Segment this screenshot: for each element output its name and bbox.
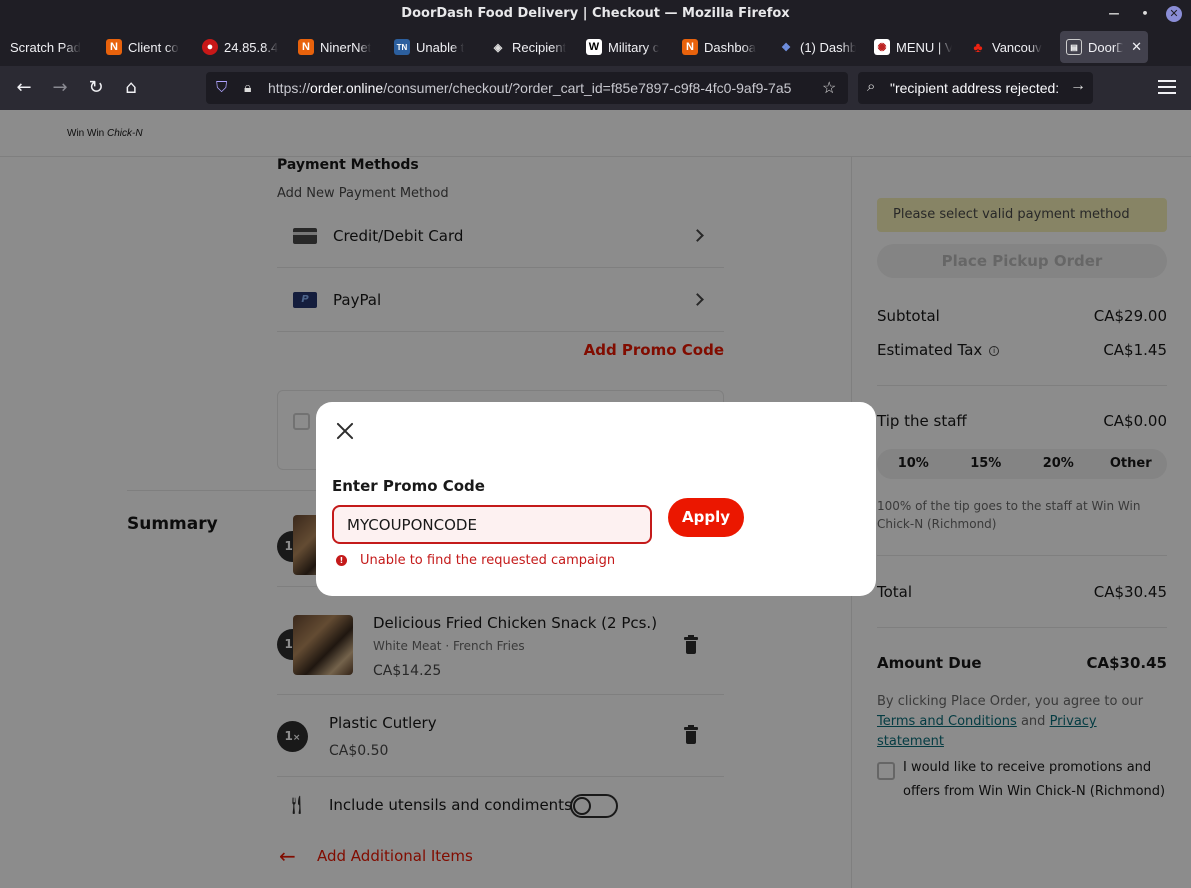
shield-icon[interactable]: ⛉ bbox=[216, 79, 227, 96]
nav-toolbar: ← → ↻ ⌂ ⛉ 🔒︎ https://order.online/consum… bbox=[0, 66, 1191, 110]
red-hat-icon: ● bbox=[202, 39, 218, 55]
tab-label: Recipient bbox=[512, 39, 567, 55]
promo-code-label: Enter Promo Code bbox=[332, 477, 485, 495]
nodes-icon: ❖ bbox=[781, 41, 791, 54]
n-icon: N bbox=[682, 39, 698, 55]
close-window-icon[interactable]: ✕ bbox=[1166, 6, 1182, 22]
close-tab-icon[interactable]: ✕ bbox=[1131, 39, 1142, 55]
wikipedia-icon: W bbox=[586, 39, 602, 55]
tab-label: DoorD bbox=[1088, 39, 1124, 55]
gear-icon: ✺ bbox=[874, 39, 890, 55]
tab-label: 24.85.8.4 bbox=[224, 39, 279, 55]
diamond-icon: ◈ bbox=[493, 41, 503, 54]
tab-menu[interactable]: ✺ MENU | V bbox=[868, 31, 958, 63]
home-icon[interactable]: ⌂ bbox=[119, 76, 143, 100]
tab-label: Client co bbox=[128, 39, 179, 55]
promo-error-text: Unable to find the requested campaign bbox=[360, 553, 616, 568]
back-icon[interactable]: ← bbox=[12, 76, 36, 100]
tab-military[interactable]: W Military c bbox=[580, 31, 670, 63]
search-bar[interactable]: ⌕ "recipient address rejected: → bbox=[858, 72, 1093, 104]
maple-leaf-icon: ♣ bbox=[973, 39, 983, 55]
tab-label: Military c bbox=[608, 39, 660, 55]
tab-dashboard[interactable]: N Dashboa bbox=[676, 31, 766, 63]
tab-doordash[interactable]: ▤ DoorD ✕ bbox=[1060, 31, 1148, 63]
tab-strip: Scratch Pad N Client co ● 24.85.8.4 N Ni… bbox=[0, 28, 1191, 88]
url-bar[interactable]: ⛉ 🔒︎ https://order.online/consumer/check… bbox=[206, 72, 848, 104]
tab-label: Scratch Pad bbox=[10, 39, 81, 55]
window-title: DoorDash Food Delivery | Checkout — Mozi… bbox=[401, 6, 790, 21]
tab-unable[interactable]: TN Unable t bbox=[388, 31, 478, 63]
tn-icon: TN bbox=[394, 39, 410, 55]
search-icon: ⌕ bbox=[867, 78, 876, 95]
doc-icon: ▤ bbox=[1066, 39, 1082, 55]
url-text: https://order.online/consumer/checkout/?… bbox=[268, 80, 792, 96]
search-text: "recipient address rejected: bbox=[890, 80, 1060, 96]
tab-label: Dashboa bbox=[704, 39, 757, 55]
forward-icon[interactable]: → bbox=[48, 76, 72, 100]
reload-icon[interactable]: ↻ bbox=[84, 76, 108, 100]
tab-client[interactable]: N Client co bbox=[100, 31, 188, 63]
tab-label: (1) Dashb bbox=[800, 39, 856, 55]
bookmark-star-icon[interactable]: ☆ bbox=[822, 78, 836, 98]
tab-scratch-pad[interactable]: Scratch Pad bbox=[4, 31, 96, 63]
tab-label: MENU | V bbox=[896, 39, 952, 55]
tab-label: Unable t bbox=[416, 39, 465, 55]
tab-ip[interactable]: ● 24.85.8.4 bbox=[196, 31, 286, 63]
tab-vancouver[interactable]: ♣ Vancouv bbox=[964, 31, 1054, 63]
minimize-icon[interactable]: — bbox=[1106, 6, 1122, 22]
promo-error: ! Unable to find the requested campaign bbox=[336, 553, 615, 568]
tab-recipient[interactable]: ◈ Recipient bbox=[484, 31, 574, 63]
promo-code-modal: Enter Promo Code Apply ! Unable to find … bbox=[316, 402, 876, 596]
checkout-page: Win Win Chick-N Payment Methods Add New … bbox=[0, 110, 1191, 888]
apply-button[interactable]: Apply bbox=[668, 498, 744, 537]
n-icon: N bbox=[106, 39, 122, 55]
tab-label: Vancouv bbox=[992, 39, 1042, 55]
window-titlebar: DoorDash Food Delivery | Checkout — Mozi… bbox=[0, 0, 1191, 28]
promo-code-input[interactable] bbox=[332, 505, 652, 544]
tab-dashb-2[interactable]: ❖ (1) Dashb bbox=[772, 31, 862, 63]
tab-ninernet[interactable]: N NinerNet bbox=[292, 31, 382, 63]
n-icon: N bbox=[298, 39, 314, 55]
maximize-icon[interactable]: • bbox=[1137, 6, 1153, 22]
hamburger-menu-icon[interactable] bbox=[1156, 76, 1178, 100]
tab-label: NinerNet bbox=[320, 39, 372, 55]
search-go-icon[interactable]: → bbox=[1070, 77, 1086, 95]
lock-icon[interactable]: 🔒︎ bbox=[244, 79, 251, 96]
error-icon: ! bbox=[336, 555, 347, 566]
close-icon[interactable] bbox=[334, 420, 356, 442]
